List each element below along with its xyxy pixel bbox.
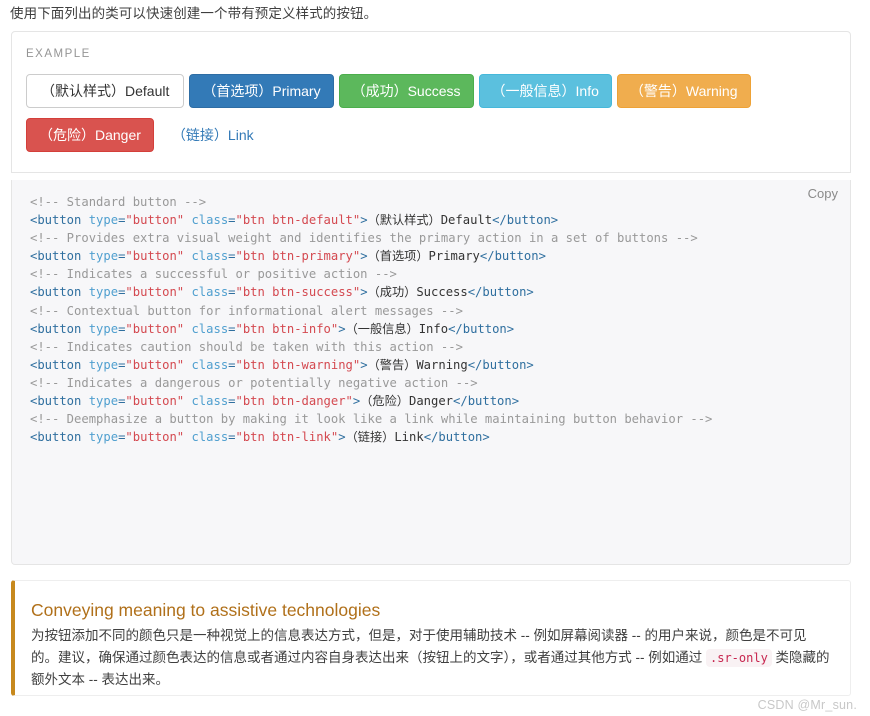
example-label: EXAMPLE — [26, 48, 91, 60]
button-row: （默认样式）Default （首选项）Primary （成功）Success （… — [12, 60, 850, 172]
code-block: Copy <!-- Standard button --> <button ty… — [11, 180, 851, 565]
link-button[interactable]: （链接）Link — [159, 118, 267, 152]
callout-title: Conveying meaning to assistive technolog… — [31, 600, 381, 620]
callout-body: 为按钮添加不同的颜色只是一种视觉上的信息表达方式，但是，对于使用辅助技术 -- … — [31, 625, 830, 691]
info-button[interactable]: （一般信息）Info — [478, 74, 612, 108]
sr-only-code: .sr-only — [706, 649, 772, 667]
intro-paragraph: 使用下面列出的类可以快速创建一个带有预定义样式的按钮。 — [10, 6, 378, 21]
copy-button[interactable]: Copy — [808, 186, 838, 201]
default-button[interactable]: （默认样式）Default — [26, 74, 185, 108]
danger-button[interactable]: （危险）Danger — [26, 118, 154, 152]
success-button[interactable]: （成功）Success — [338, 74, 474, 108]
warning-button[interactable]: （警告）Warning — [616, 74, 751, 108]
primary-button[interactable]: （首选项）Primary — [189, 74, 334, 108]
code-content[interactable]: <!-- Standard button --> <button type="b… — [12, 180, 850, 446]
callout-panel: Conveying meaning to assistive technolog… — [11, 580, 851, 696]
example-panel: EXAMPLE （默认样式）Default （首选项）Primary （成功）S… — [11, 31, 851, 173]
callout-text-part1: 为按钮添加不同的颜色只是一种视觉上的信息表达方式，但是，对于使用辅助技术 -- … — [31, 628, 807, 665]
csdn-watermark: CSDN @Mr_sun. — [757, 698, 857, 712]
